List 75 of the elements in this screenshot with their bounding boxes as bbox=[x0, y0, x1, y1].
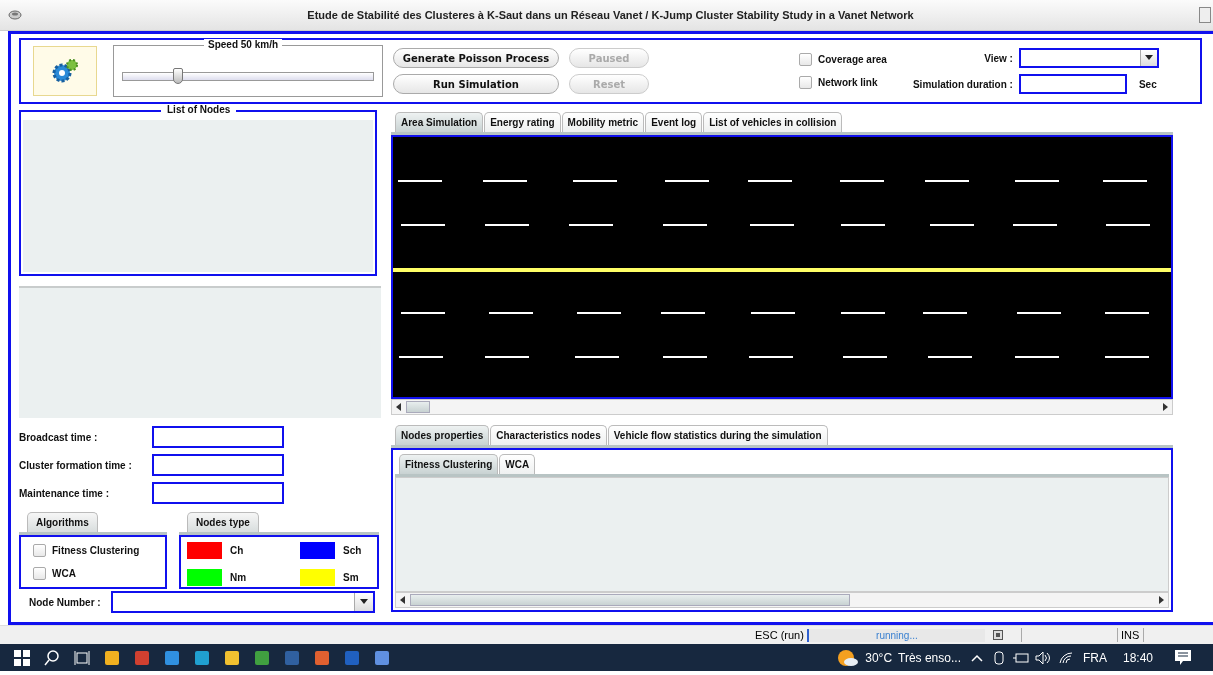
legend-label: Sm bbox=[343, 572, 360, 584]
checkbox[interactable] bbox=[799, 53, 812, 66]
checkbox-label: Coverage area bbox=[818, 54, 887, 65]
tab[interactable]: List of vehicles in collision bbox=[703, 112, 843, 132]
time-input[interactable] bbox=[152, 454, 284, 476]
tab[interactable]: Vehicle flow statistics during the simulation bbox=[607, 425, 828, 445]
checkbox[interactable] bbox=[33, 544, 46, 557]
scrollbar-thumb[interactable] bbox=[406, 401, 430, 413]
tab[interactable]: Event log bbox=[645, 112, 703, 132]
battery-icon[interactable] bbox=[1012, 651, 1029, 664]
window-title: Etude de Stabilité des Clusteres à K-Saut dans un Réseau Vanet / K-Jump Cluster Stability Study in a Vanet Network bbox=[306, 9, 915, 21]
checkbox-label: WCA bbox=[52, 568, 76, 579]
field-label: Broadcast time : bbox=[19, 431, 99, 443]
time-input[interactable] bbox=[152, 482, 284, 504]
weather-text[interactable]: Très enso... bbox=[898, 650, 961, 665]
taskbar-app-icon[interactable] bbox=[374, 649, 390, 666]
button[interactable]: Generate Poisson Process bbox=[393, 48, 559, 68]
button[interactable]: Run Simulation bbox=[393, 74, 559, 94]
field-label: Maintenance time : bbox=[19, 487, 111, 499]
legend-label: Nm bbox=[230, 572, 248, 584]
key-hint: ESC (run) bbox=[755, 629, 804, 641]
checkbox-label: Network link bbox=[818, 77, 878, 88]
language-indicator[interactable]: FRA bbox=[1082, 650, 1107, 665]
temperature[interactable]: 30°C bbox=[865, 650, 893, 665]
checkbox-label: Fitness Clustering bbox=[52, 545, 140, 556]
tab[interactable]: Area Simulation bbox=[395, 112, 484, 132]
legend-label: Sch bbox=[343, 544, 363, 556]
gears-logo bbox=[33, 46, 97, 96]
start-icon[interactable] bbox=[14, 649, 30, 666]
weather-icon[interactable] bbox=[837, 648, 860, 667]
taskbar-app-icon[interactable] bbox=[224, 649, 240, 666]
tab[interactable]: WCA bbox=[499, 454, 536, 474]
field-label: Cluster formation time : bbox=[19, 459, 133, 471]
taskbar-app-icon[interactable] bbox=[164, 649, 180, 666]
horizontal-scrollbar[interactable] bbox=[395, 592, 1169, 608]
window-control[interactable] bbox=[1199, 7, 1211, 23]
scrollbar-thumb[interactable] bbox=[410, 594, 850, 606]
time-input[interactable] bbox=[152, 426, 284, 448]
tab[interactable]: Energy rating bbox=[484, 112, 561, 132]
unit-label: Sec bbox=[1137, 78, 1158, 90]
checkbox[interactable] bbox=[799, 76, 812, 89]
node-number-dropdown[interactable] bbox=[110, 591, 375, 613]
panel-title: List of Nodes bbox=[161, 104, 237, 115]
taskbar-app-icon[interactable] bbox=[314, 649, 330, 666]
taskbar-app-icon[interactable] bbox=[104, 649, 120, 666]
view-dropdown[interactable] bbox=[1018, 48, 1159, 68]
duration-input[interactable] bbox=[1018, 74, 1127, 94]
speed-label: Speed 50 km/h bbox=[204, 39, 283, 50]
taskbar-app-icon[interactable] bbox=[194, 649, 210, 666]
insert-mode: INS bbox=[1120, 629, 1140, 641]
status-message: running... bbox=[806, 628, 985, 642]
tab[interactable]: Characteristics nodes bbox=[490, 425, 607, 445]
chevron-up-icon[interactable] bbox=[970, 653, 983, 662]
dropdown-arrow-icon bbox=[1144, 55, 1153, 61]
field-label: Node Number : bbox=[29, 596, 101, 608]
taskbar-app-icon[interactable] bbox=[254, 649, 270, 666]
legend-label: Ch bbox=[230, 544, 245, 556]
checkbox[interactable] bbox=[33, 567, 46, 580]
task-view-icon[interactable] bbox=[74, 649, 90, 666]
tab[interactable]: Nodes type bbox=[187, 512, 259, 532]
horizontal-scrollbar[interactable] bbox=[391, 399, 1173, 415]
tab[interactable]: Nodes properties bbox=[395, 425, 490, 445]
slider-thumb[interactable] bbox=[173, 68, 183, 84]
dropdown-arrow-icon bbox=[359, 599, 368, 605]
wifi-icon[interactable] bbox=[1058, 651, 1073, 664]
tab[interactable]: Algorithms bbox=[27, 512, 98, 532]
volume-icon[interactable] bbox=[1034, 650, 1051, 665]
duration-label: Simulation duration : bbox=[912, 78, 1013, 90]
tab[interactable]: Mobility metric bbox=[561, 112, 645, 132]
device-icon[interactable] bbox=[992, 650, 1005, 665]
view-label: View : bbox=[983, 52, 1013, 64]
tab[interactable]: Fitness Clustering bbox=[399, 454, 499, 474]
clock[interactable]: 18:40 bbox=[1122, 650, 1153, 665]
notification-icon[interactable] bbox=[1175, 650, 1191, 665]
search-icon[interactable] bbox=[44, 649, 60, 666]
